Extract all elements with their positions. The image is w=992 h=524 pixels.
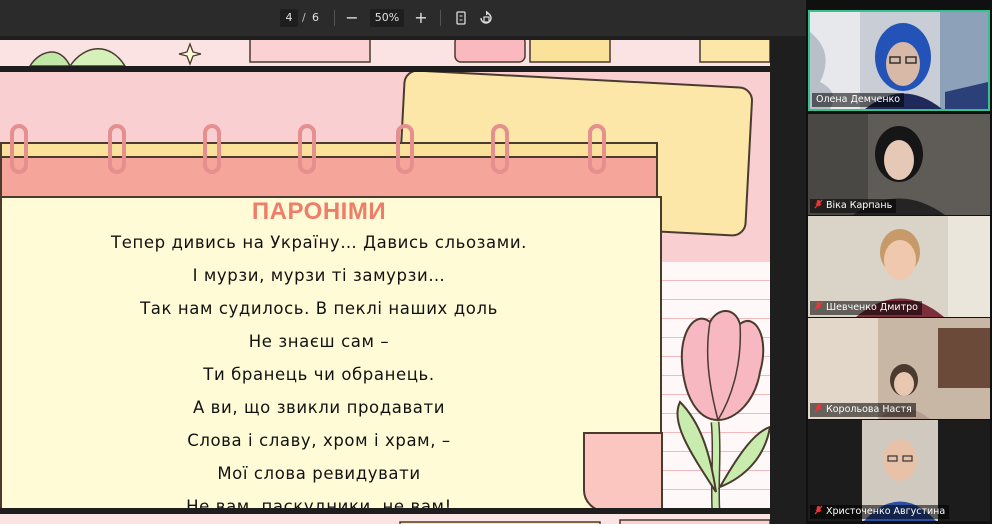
slide-viewport[interactable]: ПАРОНІМИ Тепер дивись на Україну… Давись… (0, 36, 806, 524)
binder-ring (108, 124, 126, 174)
mic-muted-icon (814, 403, 823, 413)
rotate-icon[interactable] (477, 9, 495, 27)
page-separator: / (302, 11, 306, 24)
binder-ring (298, 124, 316, 174)
page-number-input[interactable]: 4 (280, 9, 298, 27)
participant-name: Віка Карпань (810, 199, 897, 213)
document-toolbar: 4 / 6 − 50% + (0, 0, 806, 36)
poem-line: Тепер дивись на Україну… Давись сльозами… (111, 233, 527, 252)
tulip-illustration (676, 310, 770, 508)
poem-line: Не вам, паскудники, не вам! (186, 497, 452, 508)
zoom-in-button[interactable]: + (413, 9, 429, 27)
poem-line: Не знаєш сам – (248, 332, 390, 351)
participant-name-label: Олена Демченко (816, 94, 901, 105)
binder-ring (10, 124, 28, 174)
slide-page: ПАРОНІМИ Тепер дивись на Україну… Давись… (0, 72, 770, 508)
toolbar-divider (440, 10, 441, 26)
participant-tile[interactable]: Віка Карпань (808, 114, 990, 215)
slide-title: ПАРОНІМИ (251, 198, 387, 225)
poem-line: А ви, що звикли продавати (192, 398, 446, 417)
participant-tile[interactable]: Олена Демченко (808, 10, 990, 111)
participant-name-label: Віка Карпань (826, 200, 893, 211)
poem-line: Ти бранець чи обранець. (203, 365, 435, 384)
page-total: 6 (312, 11, 319, 24)
participant-name: Шевченко Дмитро (810, 301, 922, 315)
poem-line: Так нам судилось. В пеклі наших доль (140, 299, 498, 318)
next-slide-edge (0, 514, 771, 524)
binder-ring (203, 124, 221, 174)
binder-ring (491, 124, 509, 174)
participant-tile[interactable]: Шевченко Дмитро (808, 216, 990, 317)
participant-tile[interactable]: Христоченко Августина (808, 420, 990, 521)
participant-name-label: Шевченко Дмитро (826, 302, 918, 313)
mic-muted-icon (814, 301, 823, 311)
zoom-level-input[interactable]: 50% (370, 9, 404, 27)
zoom-out-button[interactable]: − (344, 9, 360, 27)
previous-slide-edge (0, 40, 770, 66)
participant-name-label: Христоченко Августина (826, 506, 946, 517)
binder-ring (588, 124, 606, 174)
toolbar-divider (334, 10, 335, 26)
participant-name: Христоченко Августина (810, 505, 950, 519)
participant-name-label: Корольова Настя (826, 404, 912, 415)
meeting-window: 4 / 6 − 50% + ПАРОНІМИ Тепер дивись на У… (0, 0, 992, 524)
mic-muted-icon (814, 505, 823, 515)
calendar-strip (0, 142, 658, 158)
participant-name: Олена Демченко (812, 93, 905, 107)
participants-panel: Олена Демченко Віка Карпань Шевченко Дми… (806, 0, 992, 524)
participant-tile[interactable]: Корольова Настя (808, 318, 990, 419)
poem-line: І мурзи, мурзи ті замурзи… (192, 266, 446, 285)
participant-name: Корольова Настя (810, 403, 916, 417)
poem-line: Слова і славу, хром і храм, – (187, 431, 451, 450)
mic-muted-icon (814, 199, 823, 209)
fit-page-icon[interactable] (452, 9, 470, 27)
binder-ring (396, 124, 414, 174)
poem-line: Мої слова ревидувати (217, 464, 421, 483)
